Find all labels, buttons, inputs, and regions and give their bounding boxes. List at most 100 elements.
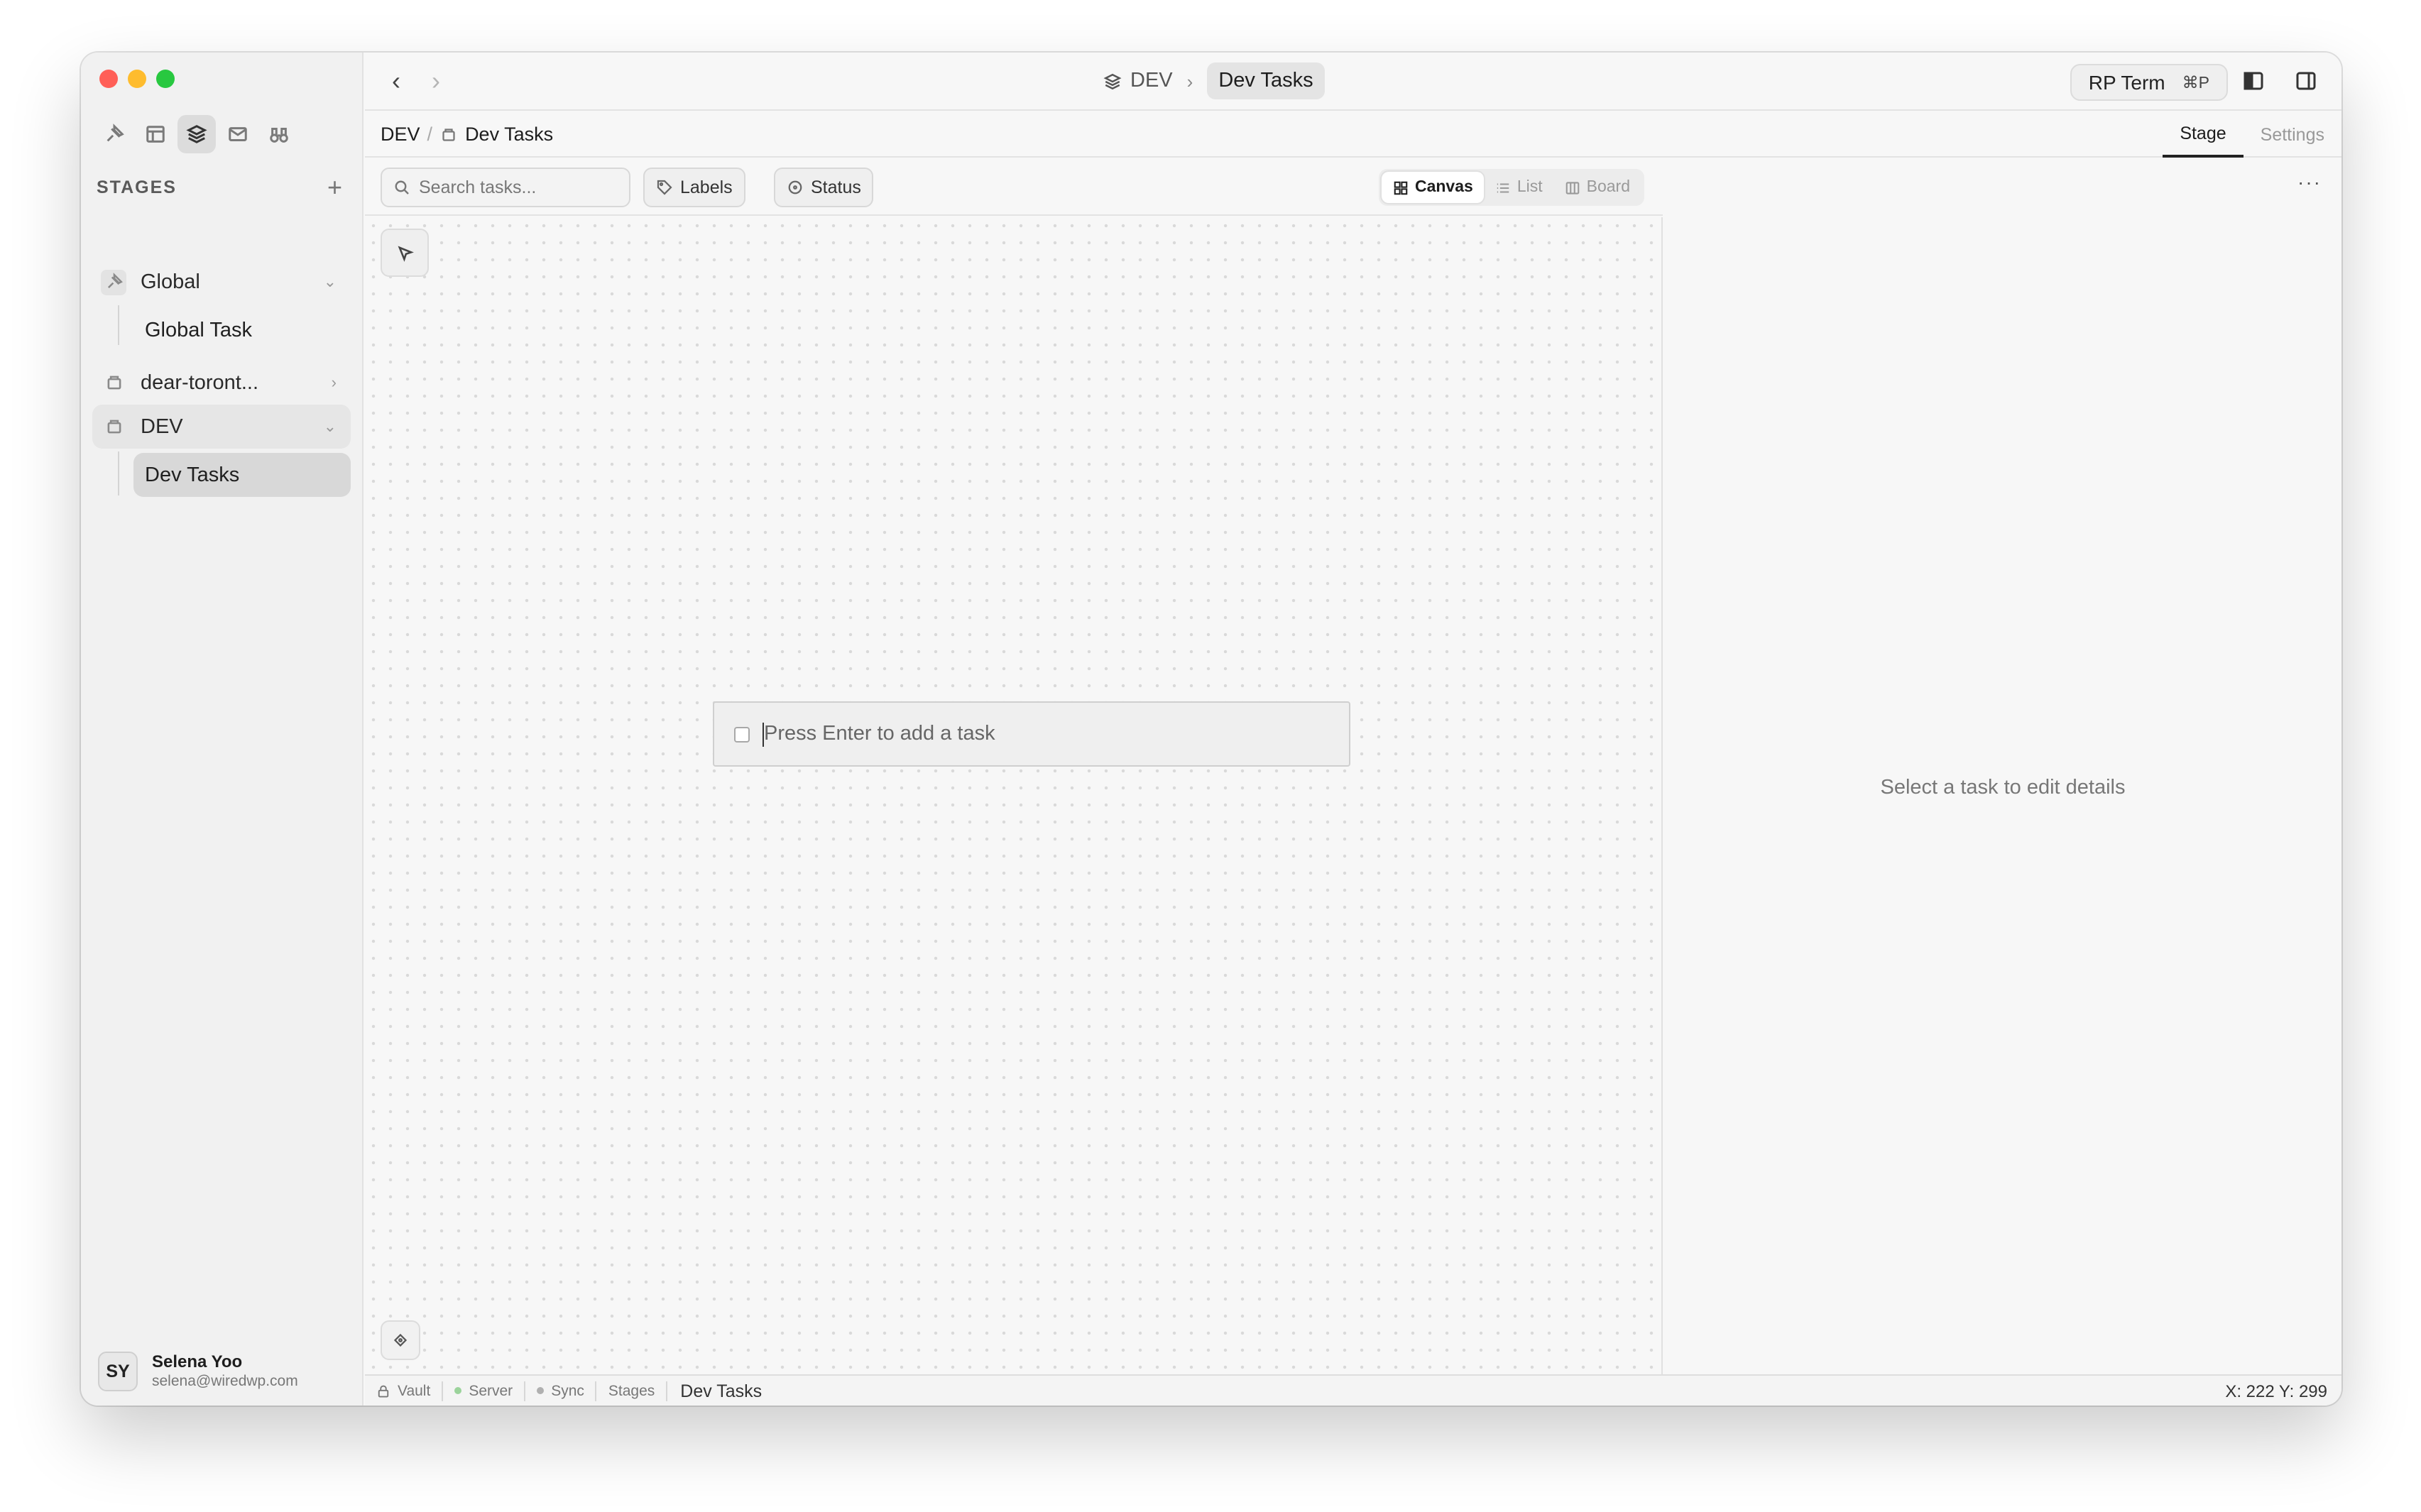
sidebar: STAGES + Global ⌄ Global Task dear-toron…	[81, 53, 364, 1406]
rp-term-label: RP Term	[2088, 71, 2165, 94]
path-current[interactable]: Dev Tasks	[465, 124, 553, 145]
folder-icon	[101, 370, 126, 395]
server-status-dot	[454, 1387, 462, 1394]
stages-title: STAGES	[97, 177, 177, 197]
tag-icon	[657, 180, 672, 195]
tab-stage[interactable]: Stage	[2163, 112, 2244, 158]
list-icon	[1497, 182, 1510, 192]
title-bar: ‹ › DEV › Dev Tasks RP Term ⌘P	[365, 53, 2341, 111]
main-area: ‹ › DEV › Dev Tasks RP Term ⌘P DEV / Dev…	[365, 53, 2341, 1406]
task-canvas[interactable]: Press Enter to add a task	[365, 217, 1663, 1374]
cursor-coordinates: X: 222 Y: 299	[2225, 1381, 2327, 1401]
tab-settings[interactable]: Settings	[2244, 112, 2341, 158]
vault-status[interactable]: Vault	[365, 1381, 444, 1401]
recenter-button[interactable]	[381, 1320, 420, 1360]
path-root[interactable]: DEV	[381, 124, 420, 145]
folder-icon	[442, 128, 454, 141]
mode-switcher	[95, 115, 298, 153]
user-profile[interactable]: SY Selena Yoo selena@wiredwp.com	[98, 1352, 298, 1391]
task-item-global-task[interactable]: Global Task	[133, 308, 351, 352]
breadcrumb-parent[interactable]: DEV	[1103, 70, 1173, 92]
layout-icon[interactable]	[136, 115, 175, 153]
stages-label: Stages	[608, 1382, 655, 1399]
rp-term-shortcut: ⌘P	[2182, 75, 2209, 92]
stage-item-dear-toronto[interactable]: dear-toront... ›	[92, 361, 351, 405]
status-filter-button[interactable]: Status	[774, 168, 874, 207]
lock-icon	[378, 1384, 389, 1397]
task-label: Dev Tasks	[145, 464, 240, 486]
new-task-placeholder: Press Enter to add a task	[764, 723, 995, 745]
page: STAGES + Global ⌄ Global Task dear-toron…	[0, 0, 2421, 1512]
folder-icon	[101, 414, 126, 439]
pin-icon	[101, 269, 126, 295]
mail-icon[interactable]	[219, 115, 257, 153]
minimize-window-button[interactable]	[128, 70, 146, 88]
stage-item-dev[interactable]: DEV ⌄	[92, 405, 351, 449]
layers-icon[interactable]	[177, 115, 216, 153]
stage-label: Global	[141, 270, 200, 293]
pin-icon[interactable]	[95, 115, 133, 153]
search-input[interactable]	[419, 177, 618, 197]
tree-connector	[118, 305, 119, 345]
user-name: Selena Yoo	[152, 1352, 243, 1372]
crosshair-icon	[393, 1333, 408, 1347]
stage-label: DEV	[141, 415, 183, 438]
view-switcher: Canvas List Board	[1379, 169, 1644, 206]
user-email: selena@wiredwp.com	[152, 1372, 298, 1390]
forward-arrow-icon[interactable]: ›	[425, 65, 447, 97]
app-window: STAGES + Global ⌄ Global Task dear-toron…	[81, 53, 2341, 1406]
cursor-icon	[397, 245, 413, 261]
pointer-tool-button[interactable]	[381, 229, 429, 277]
server-label: Server	[469, 1382, 513, 1399]
add-stage-icon[interactable]: +	[327, 175, 342, 200]
details-panel: ··· Select a task to edit details	[1664, 159, 2341, 1374]
view-board-button[interactable]: Board	[1554, 172, 1641, 203]
path-separator: /	[427, 124, 433, 145]
search-box[interactable]	[381, 168, 630, 207]
task-item-dev-tasks[interactable]: Dev Tasks	[133, 453, 351, 497]
view-list-label: List	[1516, 179, 1543, 196]
task-checkbox[interactable]	[734, 726, 750, 742]
sync-status-dot	[537, 1387, 545, 1394]
back-arrow-icon[interactable]: ‹	[385, 65, 408, 97]
view-board-label: Board	[1586, 179, 1630, 196]
vault-label: Vault	[398, 1382, 431, 1399]
chevron-right-icon[interactable]: ›	[332, 374, 337, 391]
binoculars-icon[interactable]	[260, 115, 298, 153]
stages-header: STAGES +	[97, 175, 342, 200]
view-canvas-button[interactable]: Canvas	[1382, 172, 1485, 203]
sync-label: Sync	[551, 1382, 584, 1399]
close-window-button[interactable]	[99, 70, 118, 88]
more-options-icon[interactable]: ···	[2297, 170, 2322, 193]
left-panel-toggle-icon[interactable]	[2242, 70, 2265, 92]
stages-status[interactable]: Stages	[597, 1381, 668, 1401]
status-label: Status	[811, 177, 861, 197]
labels-filter-button[interactable]: Labels	[643, 168, 745, 207]
zoom-window-button[interactable]	[156, 70, 175, 88]
new-task-input[interactable]: Press Enter to add a task	[713, 701, 1350, 767]
labels-label: Labels	[680, 177, 733, 197]
path-breadcrumb: DEV / Dev Tasks	[381, 124, 553, 145]
avatar: SY	[98, 1352, 138, 1391]
chevron-down-icon[interactable]: ⌄	[324, 273, 337, 291]
right-panel-toggle-icon[interactable]	[2295, 70, 2317, 92]
stage-label: dear-toront...	[141, 371, 259, 394]
traffic-lights	[99, 70, 175, 88]
breadcrumb-separator: ›	[1186, 70, 1193, 92]
breadcrumb-parent-label: DEV	[1130, 70, 1173, 92]
history-nav: ‹ ›	[385, 65, 447, 97]
status-bar: Vault Server Sync Stages Dev Tasks X: 22…	[365, 1374, 2341, 1406]
breadcrumb: DEV › Dev Tasks	[1103, 62, 1325, 99]
grid-icon	[1394, 180, 1409, 195]
breadcrumb-current[interactable]: Dev Tasks	[1207, 62, 1325, 99]
sync-status[interactable]: Sync	[525, 1381, 597, 1401]
rp-term-button[interactable]: RP Term ⌘P	[2070, 64, 2228, 101]
view-list-button[interactable]: List	[1485, 172, 1554, 203]
server-status[interactable]: Server	[443, 1381, 526, 1401]
stage-item-global[interactable]: Global ⌄	[92, 260, 351, 304]
detail-tabs: Stage Settings	[2163, 112, 2341, 158]
sub-bar: DEV / Dev Tasks Stage Settings	[365, 112, 2341, 158]
layers-icon	[1103, 72, 1122, 89]
chevron-down-icon[interactable]: ⌄	[324, 417, 337, 436]
empty-details-message: Select a task to edit details	[1880, 777, 2126, 799]
